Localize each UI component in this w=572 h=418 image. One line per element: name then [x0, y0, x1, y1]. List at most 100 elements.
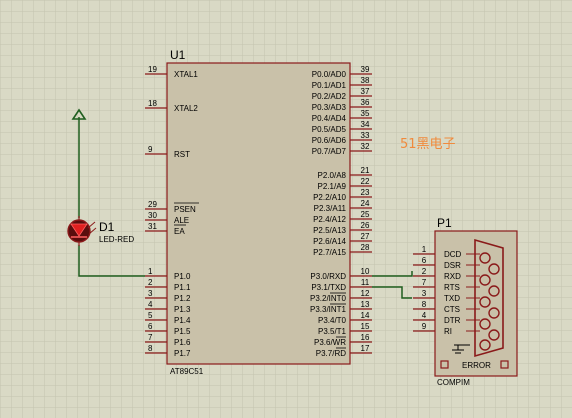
p1-pin-name: DCD	[444, 250, 462, 259]
u1-pin-number: 2	[148, 278, 153, 287]
u1-pin-name: P0.5/AD5	[312, 125, 347, 134]
u1-pin-number: 7	[148, 333, 153, 342]
u1-pin-name: P0.7/AD7	[312, 147, 347, 156]
u1-pin-name: P3.6/WR	[314, 338, 346, 347]
u1-pin-number: 34	[361, 120, 370, 129]
u1-pin-number: 8	[148, 344, 153, 353]
u1-pin-name: P1.5	[174, 327, 191, 336]
p1-pin-number: 2	[422, 267, 427, 276]
u1-pin-number: 18	[148, 99, 157, 108]
u1-pin-name: P0.3/AD3	[312, 103, 347, 112]
u1-pin-name: P0.2/AD2	[312, 92, 347, 101]
u1-pin-number: 19	[148, 65, 157, 74]
u1-pin-name: XTAL1	[174, 70, 198, 79]
p1-pin-name: RI	[444, 327, 452, 336]
u1-pin-name: P1.0	[174, 272, 191, 281]
d1-value: LED-RED	[99, 235, 134, 244]
p1-part-label: COMPIM	[437, 378, 470, 387]
u1-pin-number: 13	[361, 300, 370, 309]
p1-pin-name: TXD	[444, 294, 460, 303]
u1-pin-number: 27	[361, 232, 370, 241]
p1-pin-name: RTS	[444, 283, 460, 292]
u1-pin-number: 33	[361, 131, 370, 140]
u1-pin-name: P1.7	[174, 349, 191, 358]
u1-pin-name: P2.7/A15	[313, 248, 346, 257]
u1-pin-name: P1.6	[174, 338, 191, 347]
p1-pin-number: 6	[422, 256, 427, 265]
error-label: ERROR	[462, 361, 491, 370]
u1-pin-number: 4	[148, 300, 153, 309]
u1-pin-number: 32	[361, 142, 370, 151]
schematic-canvas[interactable]: 51黑电子 U1 AT89C51 19XTAL118XTAL29RST29PSE…	[0, 0, 572, 418]
u1-reference: U1	[170, 48, 186, 62]
u1-pin-name: P1.3	[174, 305, 191, 314]
p1-reference: P1	[437, 216, 452, 230]
u1-pin-number: 21	[361, 166, 370, 175]
u1-pin-number: 17	[361, 344, 370, 353]
u1-pin-name: P2.3/A11	[314, 204, 347, 213]
p1-pin-number: 1	[422, 245, 427, 254]
u1-pin-name: P3.3/INT1	[310, 305, 347, 314]
u1-pin-name: P2.0/A8	[318, 171, 347, 180]
u1-pin-number: 12	[361, 289, 370, 298]
p1-pin-number: 4	[422, 311, 427, 320]
u1-pin-name: P2.4/A12	[313, 215, 346, 224]
p1-pin-number: 3	[422, 289, 427, 298]
u1-pin-number: 37	[361, 87, 370, 96]
u1-pin-number: 1	[148, 267, 153, 276]
u1-pin-number: 36	[361, 98, 370, 107]
u1-pin-number: 23	[361, 188, 370, 197]
u1-component[interactable]: U1 AT89C51 19XTAL118XTAL29RST29PSEN30ALE…	[145, 48, 372, 376]
d1-reference: D1	[99, 220, 115, 234]
u1-pin-number: 9	[148, 145, 153, 154]
u1-pin-number: 6	[148, 322, 153, 331]
u1-pin-name: P0.0/AD0	[312, 70, 347, 79]
u1-pin-number: 31	[148, 222, 157, 231]
p1-pin-number: 9	[422, 322, 427, 331]
u1-pin-number: 10	[361, 267, 370, 276]
u1-pin-name: P3.2/INT0	[310, 294, 347, 303]
u1-pin-number: 22	[361, 177, 370, 186]
u1-pin-name: P0.4/AD4	[312, 114, 347, 123]
p1-pin-name: RXD	[444, 272, 461, 281]
u1-pin-number: 16	[361, 333, 370, 342]
u1-pin-name: EA	[174, 227, 185, 236]
u1-pin-number: 30	[148, 211, 157, 220]
u1-pin-name: P3.4/T0	[318, 316, 347, 325]
u1-pin-name: XTAL2	[174, 104, 198, 113]
u1-pin-number: 5	[148, 311, 153, 320]
u1-pin-name: P3.0/RXD	[310, 272, 346, 281]
u1-pin-number: 28	[361, 243, 370, 252]
u1-pin-name: P0.6/AD6	[312, 136, 347, 145]
u1-pin-number: 25	[361, 210, 370, 219]
p1-pin-name: DSR	[444, 261, 461, 270]
u1-pin-number: 26	[361, 221, 370, 230]
u1-pin-number: 38	[361, 76, 370, 85]
u1-pin-name: P2.6/A14	[313, 237, 346, 246]
u1-pin-name: P3.7/RD	[316, 349, 346, 358]
u1-pin-name: P1.1	[174, 283, 191, 292]
u1-pin-name: ALE	[174, 216, 189, 225]
u1-pin-name: RST	[174, 150, 190, 159]
u1-pin-number: 29	[148, 200, 157, 209]
u1-pin-name: P3.5/T1	[318, 327, 347, 336]
u1-part-label: AT89C51	[170, 367, 204, 376]
u1-pin-name: P2.1/A9	[318, 182, 347, 191]
u1-pin-name: P3.1/TXD	[311, 283, 346, 292]
u1-pin-name: P2.5/A13	[313, 226, 346, 235]
p1-pin-number: 7	[422, 278, 427, 287]
u1-pin-number: 39	[361, 65, 370, 74]
p1-pin-number: 8	[422, 300, 427, 309]
p1-pin-name: CTS	[444, 305, 460, 314]
p1-pin-name: DTR	[444, 316, 461, 325]
u1-pin-name: P1.4	[174, 316, 191, 325]
u1-pin-number: 3	[148, 289, 153, 298]
u1-pin-number: 24	[361, 199, 370, 208]
u1-pin-name: P2.2/A10	[313, 193, 346, 202]
u1-pin-number: 15	[361, 322, 370, 331]
u1-pin-name: P0.1/AD1	[312, 81, 347, 90]
u1-pin-name: P1.2	[174, 294, 191, 303]
u1-pin-number: 11	[361, 278, 370, 287]
u1-pin-number: 14	[361, 311, 370, 320]
u1-pin-name: PSEN	[174, 205, 196, 214]
